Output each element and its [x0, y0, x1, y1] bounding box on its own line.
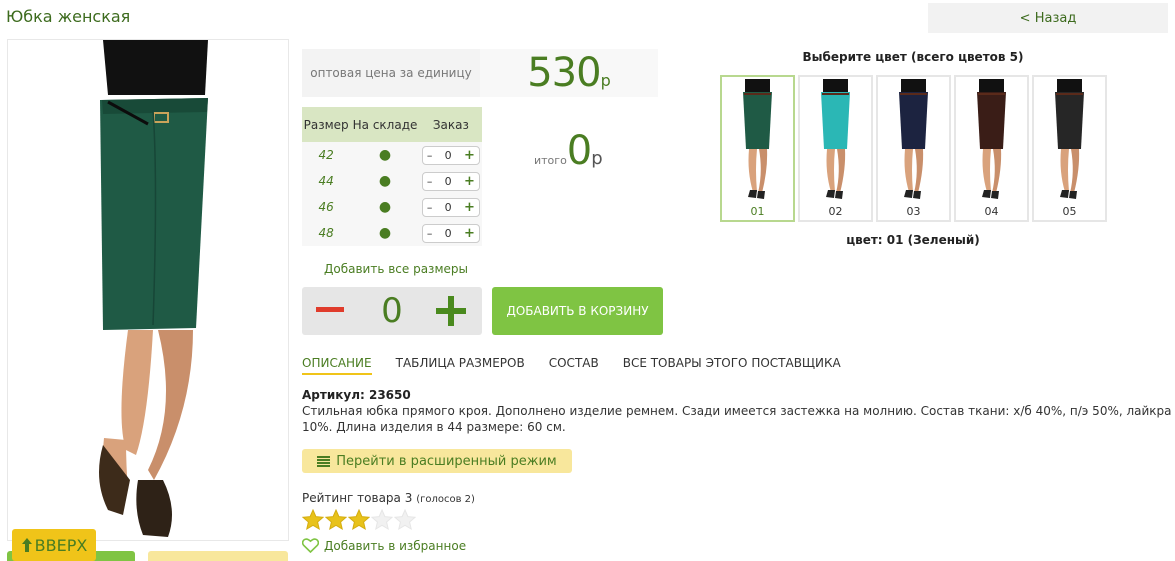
total-label: итого: [534, 154, 567, 167]
star-filled-icon[interactable]: [325, 509, 347, 531]
color-swatch[interactable]: 02: [798, 75, 873, 222]
swatch-number: 04: [984, 205, 999, 218]
price-currency: р: [600, 70, 611, 90]
color-swatches: 01 02 03 04 05: [720, 75, 1107, 222]
arrow-up-icon: [21, 538, 32, 552]
size-quantity-value[interactable]: 0: [445, 227, 452, 240]
size-value: 44: [302, 168, 351, 194]
order-cell: –0 +: [419, 220, 482, 246]
size-value: 46: [302, 194, 351, 220]
size-plus-button[interactable]: +: [464, 226, 475, 241]
swatch-number: 03: [906, 205, 921, 218]
size-quantity-stepper: –0 +: [421, 171, 480, 191]
order-cell: –0 +: [419, 168, 482, 194]
size-table: Размер На складе Заказ 42 ● –0 +44 ● –0 +46 ● –0…: [302, 107, 482, 246]
star-empty-icon[interactable]: [371, 509, 393, 531]
size-quantity-stepper: –0 +: [421, 197, 480, 217]
swatch-number: 02: [828, 205, 843, 218]
tab-item[interactable]: ТАБЛИЦА РАЗМЕРОВ: [396, 356, 525, 375]
stock-column-header: На складе: [350, 107, 420, 142]
add-all-sizes-link[interactable]: Добавить все размеры: [324, 262, 468, 276]
add-to-favorites-link[interactable]: Добавить в избранное: [302, 538, 466, 553]
tab-item[interactable]: СОСТАВ: [549, 356, 599, 375]
color-swatch[interactable]: 05: [1032, 75, 1107, 222]
quantity-minus-button[interactable]: [316, 307, 344, 312]
size-quantity-stepper: –0 +: [421, 223, 480, 243]
star-empty-icon[interactable]: [394, 509, 416, 531]
price-box: оптовая цена за единицу 530 р: [302, 49, 658, 97]
price-number: 530: [527, 50, 601, 96]
extended-mode-label: Перейти в расширенный режим: [336, 453, 557, 469]
page-title: Юбка женская: [6, 7, 131, 26]
swatch-photo: [743, 79, 772, 199]
rating-label: Рейтинг товара 3: [302, 491, 413, 505]
size-plus-button[interactable]: +: [464, 148, 475, 163]
add-to-cart-button[interactable]: ДОБАВИТЬ В КОРЗИНУ: [492, 287, 663, 335]
size-plus-button[interactable]: +: [464, 200, 475, 215]
order-column-header: Заказ: [419, 107, 482, 142]
size-plus-button[interactable]: +: [464, 174, 475, 189]
size-minus-button[interactable]: –: [427, 175, 433, 188]
quantity-plus-button[interactable]: [436, 293, 466, 329]
color-picker-title: Выберите цвет (всего цветов 5): [802, 50, 1024, 64]
tab-item[interactable]: ВСЕ ТОВАРЫ ЭТОГО ПОСТАВЩИКА: [623, 356, 841, 375]
order-cell: –0 +: [419, 142, 482, 168]
color-swatch[interactable]: 01: [720, 75, 795, 222]
size-row: 48 ● –0 +: [302, 220, 482, 246]
article-number: Артикул: 23650: [302, 388, 411, 402]
price-label: оптовая цена за единицу: [310, 66, 472, 80]
size-row: 44 ● –0 +: [302, 168, 482, 194]
color-swatch[interactable]: 03: [876, 75, 951, 222]
price-value: 530 р: [480, 49, 658, 97]
star-filled-icon[interactable]: [348, 509, 370, 531]
size-row: 46 ● –0 +: [302, 194, 482, 220]
favorite-label: Добавить в избранное: [324, 538, 467, 553]
total-currency: р: [591, 148, 603, 169]
list-icon: [317, 455, 331, 467]
heart-icon: [302, 538, 319, 553]
size-value: 48: [302, 220, 351, 246]
swatch-photo: [821, 79, 850, 199]
rating-votes: (голосов 2): [416, 494, 475, 505]
size-quantity-value[interactable]: 0: [445, 201, 452, 214]
size-quantity-value[interactable]: 0: [445, 175, 452, 188]
in-stock-indicator: ●: [350, 194, 420, 220]
scroll-up-button[interactable]: ВВЕРХ: [12, 529, 96, 561]
size-quantity-stepper: –0 +: [421, 145, 480, 165]
in-stock-indicator: ●: [350, 168, 420, 194]
rating-stars[interactable]: [302, 509, 416, 531]
size-row: 42 ● –0 +: [302, 142, 482, 168]
order-cell: –0 +: [419, 194, 482, 220]
quantity-value[interactable]: 0: [362, 291, 422, 331]
size-quantity-value[interactable]: 0: [445, 149, 452, 162]
swatch-number: 01: [750, 205, 765, 218]
rating-text: Рейтинг товара 3 (голосов 2): [302, 491, 475, 505]
total-value: 0: [566, 128, 592, 174]
product-tabs: ОПИСАНИЕ ТАБЛИЦА РАЗМЕРОВ СОСТАВ ВСЕ ТОВАРЫ…: [302, 356, 841, 375]
back-button[interactable]: < Назад: [928, 3, 1168, 33]
extended-mode-button[interactable]: Перейти в расширенный режим: [302, 449, 572, 473]
in-stock-indicator: ●: [350, 220, 420, 246]
size-minus-button[interactable]: –: [427, 149, 433, 162]
tab-item[interactable]: ОПИСАНИЕ: [302, 356, 372, 375]
size-column-header: Размер: [302, 107, 351, 142]
total: итого 0 р: [534, 128, 603, 174]
swatch-photo: [977, 79, 1006, 199]
in-stock-indicator: ●: [350, 142, 420, 168]
scroll-up-label: ВВЕРХ: [34, 535, 88, 555]
swatch-photo: [899, 79, 928, 199]
size-value: 42: [302, 142, 351, 168]
swatch-number: 05: [1062, 205, 1077, 218]
size-minus-button[interactable]: –: [427, 227, 433, 240]
selected-color-label: цвет: 01 (Зеленый): [846, 233, 980, 247]
product-main-photo: [7, 39, 289, 541]
size-minus-button[interactable]: –: [427, 201, 433, 214]
quantity-stepper: 0: [302, 287, 482, 335]
star-filled-icon[interactable]: [302, 509, 324, 531]
yellow-bottom-button[interactable]: [148, 551, 288, 561]
color-swatch[interactable]: 04: [954, 75, 1029, 222]
product-description: Стильная юбка прямого кроя. Дополнено из…: [302, 404, 1172, 434]
swatch-photo: [1055, 79, 1084, 199]
